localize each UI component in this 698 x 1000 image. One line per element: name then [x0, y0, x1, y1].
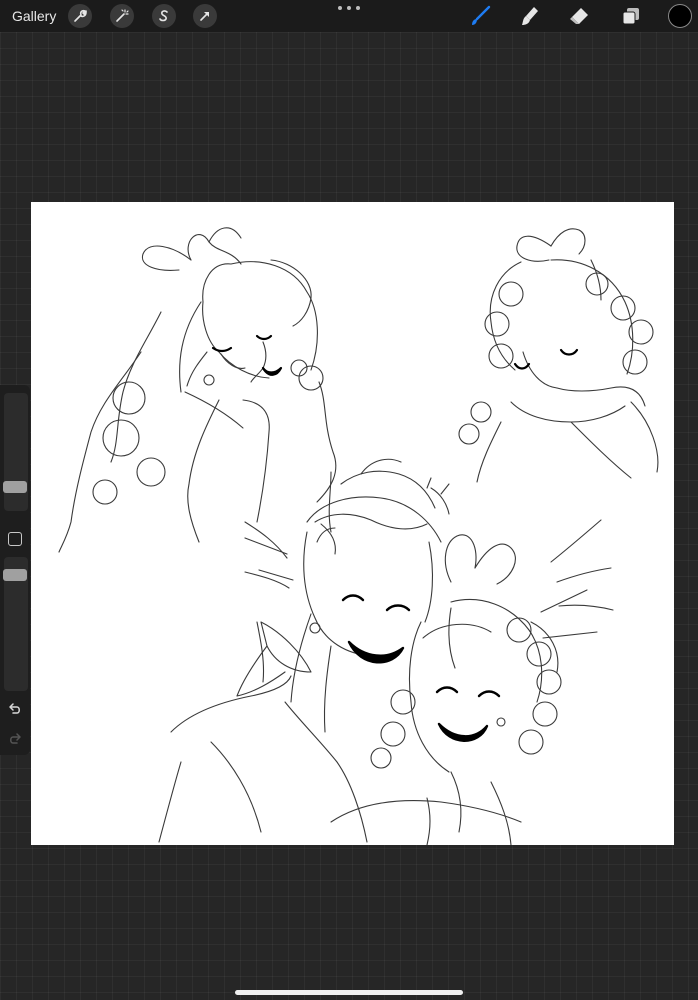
gallery-button[interactable]: Gallery: [12, 8, 56, 24]
brush-size-thumb[interactable]: [3, 481, 27, 493]
sketch-action-lines: [244, 477, 598, 639]
home-indicator: [235, 990, 463, 995]
undo-icon[interactable]: [7, 701, 23, 717]
wrench-icon[interactable]: [68, 4, 92, 28]
sketch-artwork: [58, 227, 659, 845]
modify-button[interactable]: [8, 532, 22, 546]
magic-wand-icon[interactable]: [110, 4, 134, 28]
opacity-thumb[interactable]: [3, 569, 27, 581]
redo-icon[interactable]: [7, 731, 23, 747]
sketch-girl-bottom-right: [330, 519, 614, 845]
left-sidebar: [0, 385, 30, 755]
eraser-icon[interactable]: [567, 4, 591, 28]
brush-size-slider[interactable]: [4, 393, 28, 511]
sketch-boy-center: [158, 458, 450, 843]
sketch-girl-with-bow-left: [58, 227, 337, 553]
smudge-icon[interactable]: [518, 4, 542, 28]
drawing-canvas[interactable]: [31, 202, 674, 845]
selection-s-icon[interactable]: [152, 4, 176, 28]
top-toolbar: Gallery: [0, 0, 698, 32]
layers-icon[interactable]: [619, 4, 643, 28]
color-picker-swatch[interactable]: [668, 4, 692, 28]
more-options-icon[interactable]: [338, 2, 360, 14]
sketch-curly-girl-right: [458, 228, 659, 483]
transform-arrow-icon[interactable]: [193, 4, 217, 28]
brush-icon[interactable]: [468, 4, 492, 28]
